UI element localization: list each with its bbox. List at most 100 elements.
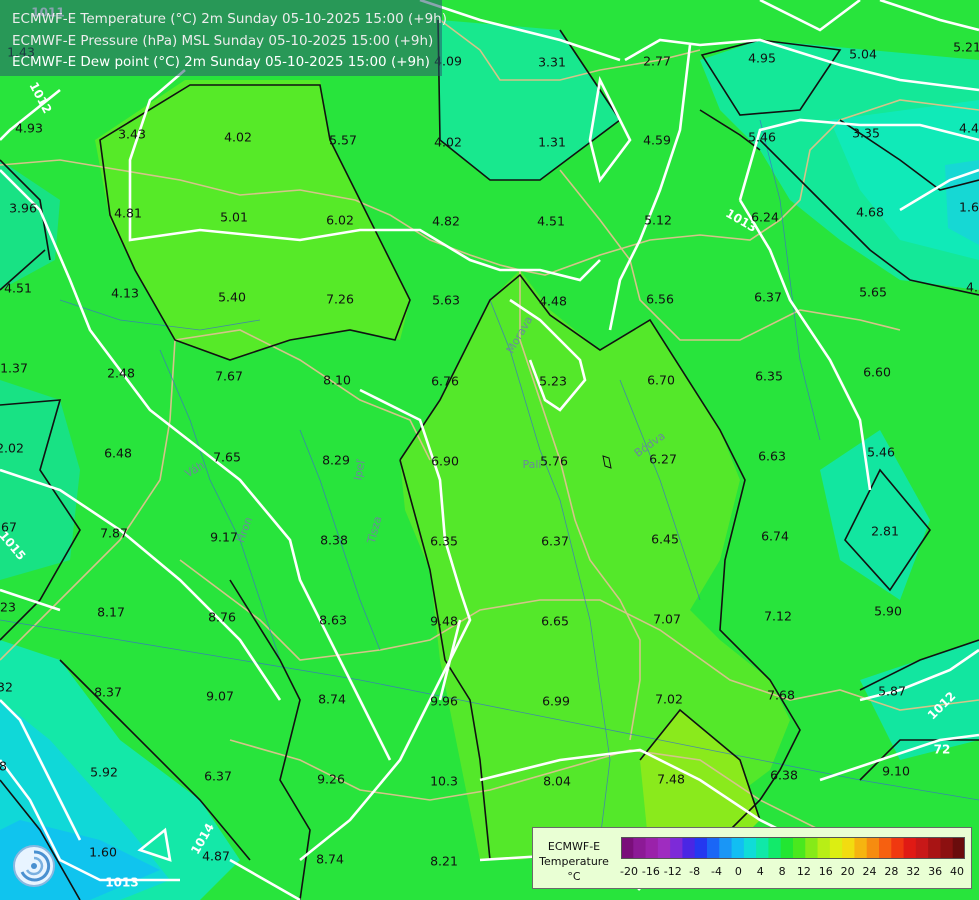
legend-ticks: -20 -16 -12 -8 -4 0 4 8 12 16 20 24 28 32 36 40 bbox=[620, 865, 965, 879]
dew-point-value: 7.87 bbox=[100, 526, 128, 541]
dew-point-value: 5.04 bbox=[849, 47, 877, 62]
dew-point-value: 8.37 bbox=[94, 685, 122, 700]
dew-point-value: 8 bbox=[0, 759, 7, 774]
legend-variable: Temperature bbox=[539, 855, 609, 868]
dew-point-value: 5.21 bbox=[953, 40, 979, 55]
legend-swatch bbox=[682, 837, 696, 859]
dew-point-value: 1.60 bbox=[89, 845, 117, 860]
dew-point-value: 8.74 bbox=[318, 692, 346, 707]
dew-point-value: 6.60 bbox=[863, 365, 891, 380]
legend-swatch bbox=[854, 837, 868, 859]
isobar-value: 1013 bbox=[105, 876, 138, 890]
dew-point-value: 5.76 bbox=[540, 454, 568, 469]
dew-point-value: 5.46 bbox=[748, 130, 776, 145]
dew-point-value: 9.26 bbox=[317, 772, 345, 787]
legend-swatch bbox=[915, 837, 929, 859]
dew-point-value: 5.87 bbox=[878, 684, 906, 699]
dew-point-value: 6.70 bbox=[647, 373, 675, 388]
legend-tick: 16 bbox=[818, 865, 833, 878]
legend-swatch bbox=[780, 837, 794, 859]
dew-point-value: 6.63 bbox=[758, 449, 786, 464]
legend-colour-bar bbox=[621, 837, 965, 859]
legend-swatch bbox=[731, 837, 745, 859]
dew-point-value: 5.01 bbox=[220, 210, 248, 225]
weather-map: 3.43 4.02 5.57 4.02 1.31 4.59 5.46 3.35 4.93 4. 0 9… bbox=[0, 0, 979, 900]
dew-point-value: 3.96 bbox=[9, 201, 37, 216]
legend-tick: 28 bbox=[884, 865, 899, 878]
dew-point-value: 9.48 bbox=[430, 614, 458, 629]
legend-swatch bbox=[805, 837, 819, 859]
legend-tick: -20 bbox=[620, 865, 638, 878]
dew-point-value: 6.27 bbox=[649, 452, 677, 467]
dew-point-value: 10.3 bbox=[430, 774, 458, 789]
dew-point-value: 8.17 bbox=[97, 605, 125, 620]
dew-point-value: 23 bbox=[0, 600, 16, 615]
dew-point-value: 2.81 bbox=[871, 524, 899, 539]
legend-tick: -16 bbox=[641, 865, 660, 878]
dew-point-value: 7.68 bbox=[767, 688, 795, 703]
legend-tick: -8 bbox=[689, 865, 701, 878]
legend-swatch bbox=[621, 837, 634, 859]
dew-point-value: 6.35 bbox=[755, 369, 783, 384]
colour-legend: ECMWF-E Temperature °C -20 -16 -12 -8 -4 0 4 8 1… bbox=[532, 827, 972, 889]
dew-point-value: 4.51 bbox=[4, 281, 32, 296]
legend-swatch bbox=[793, 837, 806, 859]
dew-point-value: 1.37 bbox=[0, 361, 28, 376]
dew-point-value: 4. bbox=[966, 280, 978, 295]
dew-point-value: 8.04 bbox=[543, 774, 571, 789]
legend-swatch bbox=[817, 837, 831, 859]
legend-swatch bbox=[928, 837, 941, 859]
dew-point-value: 7.48 bbox=[657, 772, 685, 787]
dew-point-value: 4.81 bbox=[114, 206, 142, 221]
legend-tick: -12 bbox=[663, 865, 682, 878]
dew-point-value: 6.37 bbox=[754, 290, 782, 305]
dew-point-value: 6.65 bbox=[541, 614, 569, 629]
dew-point-value: 8.76 bbox=[208, 610, 236, 625]
legend-swatch bbox=[756, 837, 769, 859]
provider-logo-icon bbox=[13, 845, 55, 887]
legend-tick: 8 bbox=[778, 865, 786, 878]
dew-point-value: 1.6 bbox=[959, 200, 979, 215]
dew-point-value: 6.37 bbox=[541, 534, 569, 549]
dew-point-value: 5.46 bbox=[867, 445, 895, 460]
legend-model: ECMWF-E bbox=[547, 840, 601, 853]
dew-point-value: 3.43 bbox=[118, 127, 146, 142]
dew-point-value: 5.92 bbox=[90, 765, 118, 780]
legend-tick: 24 bbox=[862, 865, 877, 878]
dew-point-value: 6.02 bbox=[326, 213, 354, 228]
legend-swatch bbox=[719, 837, 733, 859]
dew-point-value: 7.02 bbox=[655, 692, 683, 707]
dew-point-value: 5.90 bbox=[874, 604, 902, 619]
legend-swatch bbox=[940, 837, 954, 859]
dew-point-value: 1.31 bbox=[538, 135, 566, 150]
legend-swatch bbox=[903, 837, 917, 859]
dew-point-value: 8.21 bbox=[430, 854, 458, 869]
dew-point-value: 6.74 bbox=[761, 529, 789, 544]
dew-point-value: 4.51 bbox=[537, 214, 565, 229]
isobar-value: 72 bbox=[934, 743, 951, 757]
legend-swatch bbox=[891, 837, 905, 859]
dew-point-value: 32 bbox=[0, 680, 13, 695]
dew-point-value: 8.29 bbox=[322, 453, 350, 468]
legend-swatch bbox=[952, 837, 965, 859]
dew-point-value: 2.48 bbox=[107, 366, 135, 381]
dew-point-value: 9.96 bbox=[430, 694, 458, 709]
dew-point-value: 9.10 bbox=[882, 764, 910, 779]
legend-swatch bbox=[657, 837, 671, 859]
dew-point-value: 6.48 bbox=[104, 446, 132, 461]
dew-point-value: 8.74 bbox=[316, 852, 344, 867]
temperature-title: ECMWF-E Temperature (°C) 2m Sunday 05-10… bbox=[12, 11, 447, 27]
legend-tick: 36 bbox=[928, 865, 943, 878]
dew-point-value: 7.12 bbox=[764, 609, 792, 624]
legend-tick: 40 bbox=[950, 865, 964, 878]
legend-swatch bbox=[743, 837, 757, 859]
dew-point-value: 6.45 bbox=[651, 532, 679, 547]
dew-point-value: 4.4 bbox=[959, 121, 979, 136]
dew-point-value: 8.38 bbox=[320, 533, 348, 548]
dew-point-value: 8.10 bbox=[323, 373, 351, 388]
legend-swatch bbox=[633, 837, 647, 859]
dew-point-value: 3.35 bbox=[852, 126, 880, 141]
legend-swatch bbox=[866, 837, 880, 859]
dew-point-value: 7.26 bbox=[326, 292, 354, 307]
legend-tick: -4 bbox=[710, 865, 722, 878]
